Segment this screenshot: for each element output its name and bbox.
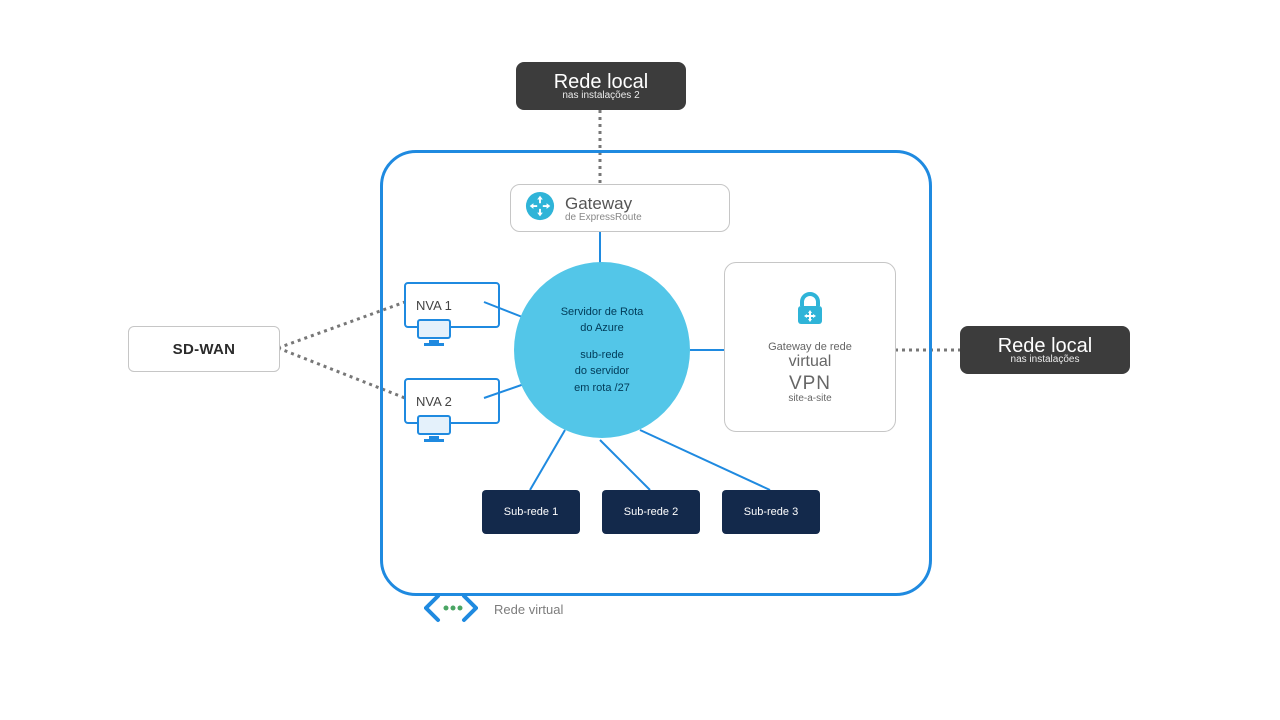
- rs-l5: em rota /27: [574, 380, 630, 397]
- onprem-network-2: Rede local nas instalações 2: [516, 62, 686, 110]
- subnet-3: Sub-rede 3: [722, 490, 820, 534]
- monitor-icon-2: [416, 414, 452, 449]
- rs-l1: Servidor de Rota: [561, 304, 644, 321]
- expressroute-icon: [525, 191, 555, 226]
- gateway-title: Gateway: [565, 194, 642, 214]
- onprem-network-1: Rede local nas instalações: [960, 326, 1130, 374]
- azure-route-server: Servidor de Rota do Azure sub-rede do se…: [514, 262, 690, 438]
- nva2-label: NVA 2: [416, 394, 452, 409]
- subnet-3-label: Sub-rede 3: [744, 506, 798, 518]
- expressroute-gateway: Gateway de ExpressRoute: [510, 184, 730, 232]
- nva1-label: NVA 1: [416, 298, 452, 313]
- rs-l3: sub-rede: [580, 347, 623, 364]
- rs-l2: do Azure: [580, 320, 623, 337]
- gateway-sub: de ExpressRoute: [565, 212, 642, 223]
- subnet-1-label: Sub-rede 1: [504, 506, 558, 518]
- vpn-l2: virtual: [789, 353, 832, 371]
- monitor-icon-1: [416, 318, 452, 353]
- vpn-l4: site-a-site: [788, 393, 831, 404]
- vpn-l3: VPN: [789, 373, 831, 395]
- sdwan-label: SD-WAN: [173, 341, 236, 358]
- sdwan-box: SD-WAN: [128, 326, 280, 372]
- subnet-2: Sub-rede 2: [602, 490, 700, 534]
- subnet-2-label: Sub-rede 2: [624, 506, 678, 518]
- onprem2-sub: nas instalações 2: [562, 90, 639, 101]
- onprem1-title: Rede local: [998, 336, 1093, 356]
- vpn-l1: Gateway de rede: [768, 341, 852, 353]
- diagram-canvas: Rede local nas instalações 2 SD-WAN Rede…: [0, 0, 1280, 720]
- rs-l4: do servidor: [575, 363, 629, 380]
- onprem2-title: Rede local: [554, 72, 649, 92]
- gateway-text: Gateway de ExpressRoute: [565, 194, 642, 223]
- lock-icon: [790, 290, 830, 335]
- vpn-gateway: Gateway de rede virtual VPN site-a-site: [724, 262, 896, 432]
- onprem1-sub: nas instalações: [1011, 354, 1080, 365]
- vnet-label: Rede virtual: [494, 602, 563, 617]
- vnet-icon: [424, 592, 478, 629]
- subnet-1: Sub-rede 1: [482, 490, 580, 534]
